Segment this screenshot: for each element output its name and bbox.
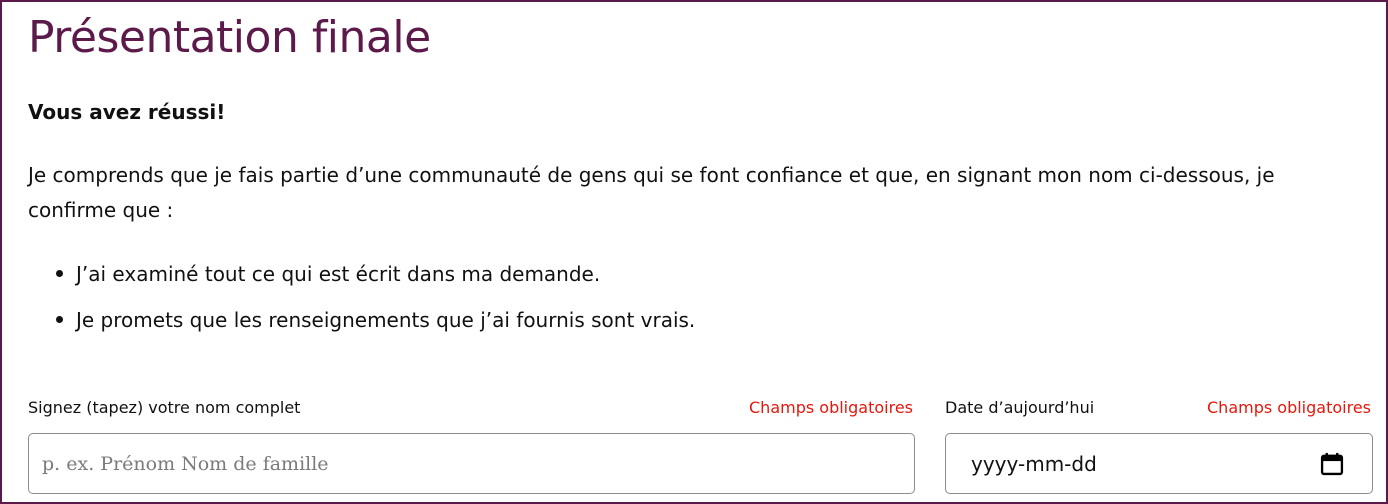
page-title: Présentation finale [28, 12, 431, 63]
calendar-icon[interactable] [1318, 450, 1346, 478]
confirmation-intro: Je comprends que je fais partie d’une co… [28, 163, 1275, 222]
date-field-label: Date d’aujourd’hui [945, 398, 1095, 417]
success-heading: Vous avez réussi! [28, 100, 226, 124]
final-presentation-panel: Présentation finale Vous avez réussi! Je… [0, 0, 1388, 504]
name-field-label: Signez (tapez) votre nom complet [28, 398, 301, 417]
bullet-icon [56, 316, 63, 323]
confirmation-list: J’ai examiné tout ce qui est écrit dans … [28, 254, 695, 346]
bullet-icon [56, 270, 63, 277]
name-required-indicator: Champs obligatoires [749, 398, 913, 417]
list-item-text: Je promets que les renseignements que j’… [76, 308, 696, 332]
list-item-text: J’ai examiné tout ce qui est écrit dans … [76, 262, 601, 286]
list-item: J’ai examiné tout ce qui est écrit dans … [28, 254, 695, 300]
full-name-input[interactable] [28, 433, 915, 494]
list-item: Je promets que les renseignements que j’… [28, 300, 695, 346]
date-input-placeholder: yyyy-mm-dd [971, 452, 1097, 476]
date-input[interactable]: yyyy-mm-dd [945, 433, 1373, 494]
date-required-indicator: Champs obligatoires [1207, 398, 1371, 417]
